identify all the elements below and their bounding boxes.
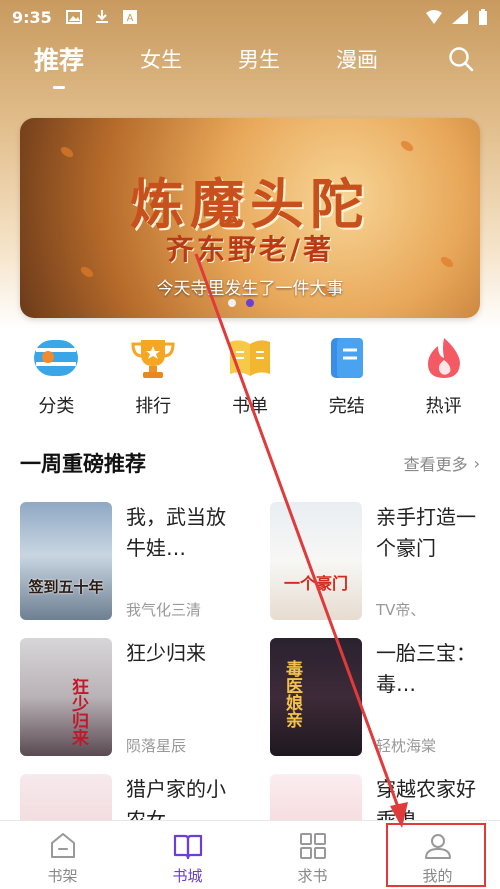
tab-comics[interactable]: 漫画 — [336, 44, 378, 74]
chevron-right-icon: › — [473, 453, 480, 473]
bottom-nav-label: 书架 — [47, 867, 78, 885]
bottom-nav-bookshelf[interactable]: 书架 — [0, 821, 125, 889]
category-item-booklist[interactable]: 书单 — [210, 336, 290, 426]
hot-comments-label: 热评 — [425, 396, 462, 417]
book-title: 狂少归来 — [126, 641, 206, 665]
book-author: 陨落星辰 — [126, 737, 187, 755]
bookshelf-icon — [50, 833, 75, 858]
bookstore-icon — [173, 834, 202, 860]
carousel-dot[interactable] — [228, 299, 236, 307]
category-label: 分类 — [38, 396, 75, 417]
book-card[interactable]: 狂少归来 狂少归来 陨落星辰 — [20, 638, 250, 756]
book-info: 狂少归来 陨落星辰 — [126, 638, 236, 756]
book-info: 一胎三宝：毒… 轻枕海棠 — [376, 638, 486, 756]
tab-recommend[interactable]: 推荐 — [34, 41, 84, 77]
trophy-icon — [131, 340, 175, 378]
search-icon[interactable] — [448, 46, 474, 72]
book-title: 我，武当放牛娃… — [126, 505, 226, 560]
finished-label: 完结 — [328, 396, 365, 417]
cover-title: 毒医娘亲 — [282, 660, 302, 728]
download-icon — [95, 10, 108, 23]
bottom-nav-request-book[interactable]: 求书 — [250, 821, 375, 889]
carousel-dots — [228, 299, 254, 307]
book-title: 一胎三宝：毒… — [376, 641, 476, 696]
book-info: 我，武当放牛娃… 我气化三清 — [126, 502, 236, 620]
book-info: 亲手打造一个豪门 TV帝、 — [376, 502, 486, 620]
svg-text:A: A — [126, 13, 133, 24]
section-title: 一周重磅推荐 — [20, 452, 146, 476]
battery-icon — [479, 9, 487, 25]
request-book-icon — [299, 833, 326, 859]
book-cover: 毒医娘亲 — [270, 638, 362, 756]
leaf-decoration — [58, 144, 76, 160]
category-item-finished[interactable]: 完结 — [307, 336, 387, 426]
category-item-classify[interactable]: 分类 — [16, 336, 96, 426]
carousel-dot-active[interactable] — [246, 299, 254, 307]
bottom-nav-label: 求书 — [297, 867, 328, 885]
banner-carousel[interactable]: 炼魔头陀 齐东野老/著 今天寺里发生了一件大事 — [20, 118, 480, 318]
view-more-label: 查看更多 — [403, 455, 468, 474]
book-card[interactable]: 签到五十年 我，武当放牛娃… 我气化三清 — [20, 502, 250, 620]
book-list-icon — [229, 340, 270, 376]
weekly-recommend-header: 一周重磅推荐 查看更多 › — [20, 446, 480, 480]
tab-male[interactable]: 男生 — [238, 44, 280, 74]
cover-title: 狂少归来 — [68, 678, 88, 746]
bottom-nav-bookstore[interactable]: 书城 — [125, 821, 250, 889]
category-row: 分类 排行 书单 完结 热评 — [0, 336, 500, 426]
cover-title: 签到五十年 — [28, 578, 104, 596]
target-highlight-box — [386, 823, 486, 887]
category-item-ranking[interactable]: 排行 — [113, 336, 193, 426]
tab-female[interactable]: 女生 — [140, 44, 182, 74]
status-bar: 9:35 A — [0, 0, 500, 34]
book-cover: 狂少归来 — [20, 638, 112, 756]
signal-icon — [452, 10, 468, 24]
banner-subtitle: 今天寺里发生了一件大事 — [156, 279, 344, 299]
book-card[interactable]: 毒医娘亲 一胎三宝：毒… 轻枕海棠 — [270, 638, 500, 756]
book-card[interactable]: 一个豪门 亲手打造一个豪门 TV帝、 — [270, 502, 500, 620]
image-notification-icon — [65, 10, 82, 24]
category-item-hot-comments[interactable]: 热评 — [404, 336, 484, 426]
wifi-icon — [426, 10, 442, 24]
app-notification-icon: A — [122, 10, 137, 24]
ranking-label: 排行 — [135, 396, 172, 417]
booklist-label: 书单 — [231, 396, 268, 417]
cover-title: 一个豪门 — [283, 574, 348, 593]
bottom-nav-label: 书城 — [172, 867, 203, 885]
banner-author: 齐东野老/著 — [165, 233, 335, 266]
view-more-link[interactable]: 查看更多 › — [404, 451, 480, 475]
status-time: 9:35 — [12, 7, 52, 27]
finished-icon — [330, 338, 363, 378]
leaf-decoration — [398, 138, 416, 154]
category-icon — [34, 340, 79, 376]
book-cover: 一个豪门 — [270, 502, 362, 620]
book-author: 我气化三清 — [126, 601, 202, 619]
top-nav: 推荐 女生 男生 漫画 — [0, 34, 500, 84]
book-title: 亲手打造一个豪门 — [376, 505, 476, 560]
book-author: 轻枕海棠 — [376, 737, 437, 755]
book-author: TV帝、 — [376, 601, 426, 619]
hot-comment-icon — [427, 338, 460, 378]
book-cover: 签到五十年 — [20, 502, 112, 620]
